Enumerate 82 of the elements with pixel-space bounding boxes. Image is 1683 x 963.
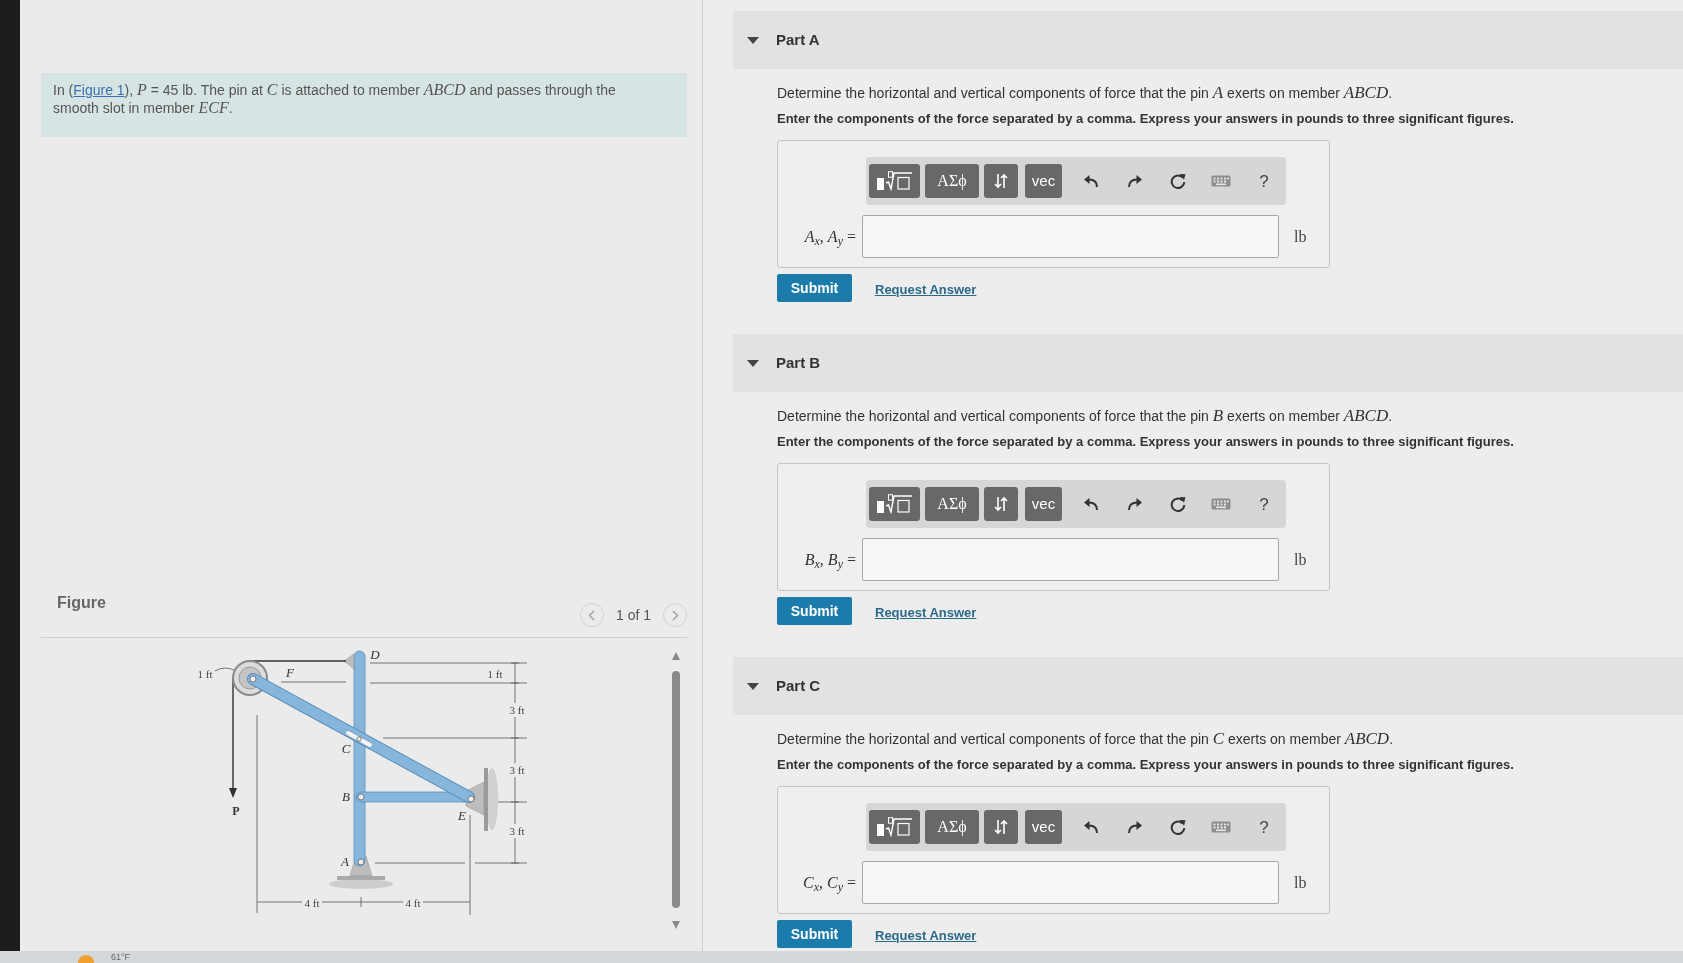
template-button[interactable] bbox=[869, 164, 920, 198]
dimension-label: 3 ft bbox=[509, 825, 525, 837]
part-header[interactable]: Part C bbox=[733, 657, 1683, 715]
unit-label: lb bbox=[1294, 549, 1307, 570]
instruction-text: Enter the components of the force separated by a comma. Express your answers in pounds to three significant figures. bbox=[777, 110, 1515, 128]
dimension-label: 3 ft bbox=[509, 764, 525, 776]
greek-symbols-button[interactable]: ΑΣϕ bbox=[925, 810, 979, 844]
keyboard-icon bbox=[1211, 498, 1231, 510]
load-label: P bbox=[232, 804, 240, 818]
dimension-label: 4 ft bbox=[304, 897, 320, 909]
up-down-arrows-button[interactable] bbox=[984, 487, 1018, 521]
dimension-label: 4 ft bbox=[405, 897, 421, 909]
dimension-label: 1 ft bbox=[487, 668, 503, 680]
help-button[interactable]: ? bbox=[1252, 492, 1276, 516]
request-answer-link[interactable]: Request Answer bbox=[875, 276, 977, 300]
redo-icon bbox=[1127, 174, 1143, 188]
answer-label: B$_{x}$, B$_{y}$ = bbox=[803, 549, 857, 572]
question-text: Determine the horizontal and vertical components of force that the pin B exerts on member ABCD. bbox=[777, 406, 1394, 426]
point-label: F bbox=[286, 664, 294, 680]
unit-label: lb bbox=[1294, 872, 1307, 893]
vector-button[interactable]: vec bbox=[1025, 164, 1062, 198]
dimension-label: 1 ft bbox=[197, 668, 213, 680]
greek-symbols-button[interactable]: ΑΣϕ bbox=[925, 487, 979, 521]
scroll-down-icon bbox=[672, 921, 680, 929]
page-counter: 1 of 1 bbox=[615, 605, 651, 625]
instruction-text: Enter the components of the force separated by a comma. Express your answers in pounds to three significant figures. bbox=[777, 433, 1515, 451]
part-header[interactable]: Part B bbox=[733, 334, 1683, 392]
greek-symbols-button[interactable]: ΑΣϕ bbox=[925, 164, 979, 198]
keyboard-icon bbox=[1211, 175, 1231, 187]
weather-temperature: 61°F bbox=[111, 952, 131, 962]
help-button[interactable]: ? bbox=[1252, 169, 1276, 193]
request-answer-link[interactable]: Request Answer bbox=[875, 599, 977, 623]
undo-icon bbox=[1083, 820, 1099, 834]
help-button[interactable]: ? bbox=[1252, 815, 1276, 839]
request-answer-link[interactable]: Request Answer bbox=[875, 922, 977, 946]
template-button[interactable] bbox=[869, 810, 920, 844]
undo-icon bbox=[1083, 497, 1099, 511]
answer-input[interactable] bbox=[862, 861, 1279, 904]
answer-input[interactable] bbox=[862, 215, 1279, 258]
part-header[interactable]: Part A bbox=[733, 11, 1683, 69]
problem-statement: In (Figure 1), P = 45 lb. The pin at C is attached to member ABCD and passes through the smooth slot in member ECF. bbox=[53, 81, 617, 117]
up-down-arrows-icon bbox=[994, 496, 1008, 512]
scrollbar-thumb[interactable] bbox=[672, 671, 680, 908]
up-down-arrows-icon bbox=[994, 173, 1008, 189]
submit-button[interactable]: Submit bbox=[777, 597, 852, 625]
question-text: Determine the horizontal and vertical components of force that the pin C exerts on member ABCD. bbox=[777, 729, 1395, 749]
point-label: E bbox=[458, 807, 466, 823]
root-template-icon bbox=[876, 171, 913, 191]
point-label: A bbox=[341, 853, 349, 869]
reset-icon bbox=[1170, 173, 1186, 189]
question-text: Determine the horizontal and vertical components of force that the pin A exerts on member ABCD. bbox=[777, 83, 1394, 103]
submit-button[interactable]: Submit bbox=[777, 274, 852, 302]
chevron-left-icon bbox=[588, 609, 596, 621]
answer-input[interactable] bbox=[862, 538, 1279, 581]
up-down-arrows-button[interactable] bbox=[984, 810, 1018, 844]
point-label: B bbox=[342, 788, 350, 804]
reset-icon bbox=[1170, 496, 1186, 512]
up-down-arrows-icon bbox=[994, 819, 1008, 835]
reset-icon bbox=[1170, 819, 1186, 835]
root-template-icon bbox=[876, 494, 913, 514]
answer-label: A$_{x}$, A$_{y}$ = bbox=[803, 226, 857, 249]
scroll-up-icon bbox=[672, 652, 680, 660]
redo-icon bbox=[1127, 497, 1143, 511]
undo-icon bbox=[1083, 174, 1099, 188]
submit-button[interactable]: Submit bbox=[777, 920, 852, 948]
dimension-label: 3 ft bbox=[509, 704, 525, 716]
sun-icon bbox=[78, 955, 94, 963]
answer-label: C$_{x}$, C$_{y}$ = bbox=[801, 872, 857, 895]
chevron-right-icon bbox=[671, 609, 679, 621]
keyboard-icon bbox=[1211, 821, 1231, 833]
point-label: D bbox=[370, 646, 380, 662]
up-down-arrows-button[interactable] bbox=[984, 164, 1018, 198]
unit-label: lb bbox=[1294, 226, 1307, 247]
template-button[interactable] bbox=[869, 487, 920, 521]
vector-button[interactable]: vec bbox=[1025, 487, 1062, 521]
redo-icon bbox=[1127, 820, 1143, 834]
point-label: C bbox=[341, 740, 351, 756]
root-template-icon bbox=[876, 817, 913, 837]
instruction-text: Enter the components of the force separated by a comma. Express your answers in pounds to three significant figures. bbox=[777, 756, 1515, 774]
figure-title: Figure bbox=[57, 593, 106, 613]
vector-button[interactable]: vec bbox=[1025, 810, 1062, 844]
figure-link[interactable]: Figure 1 bbox=[73, 82, 125, 98]
